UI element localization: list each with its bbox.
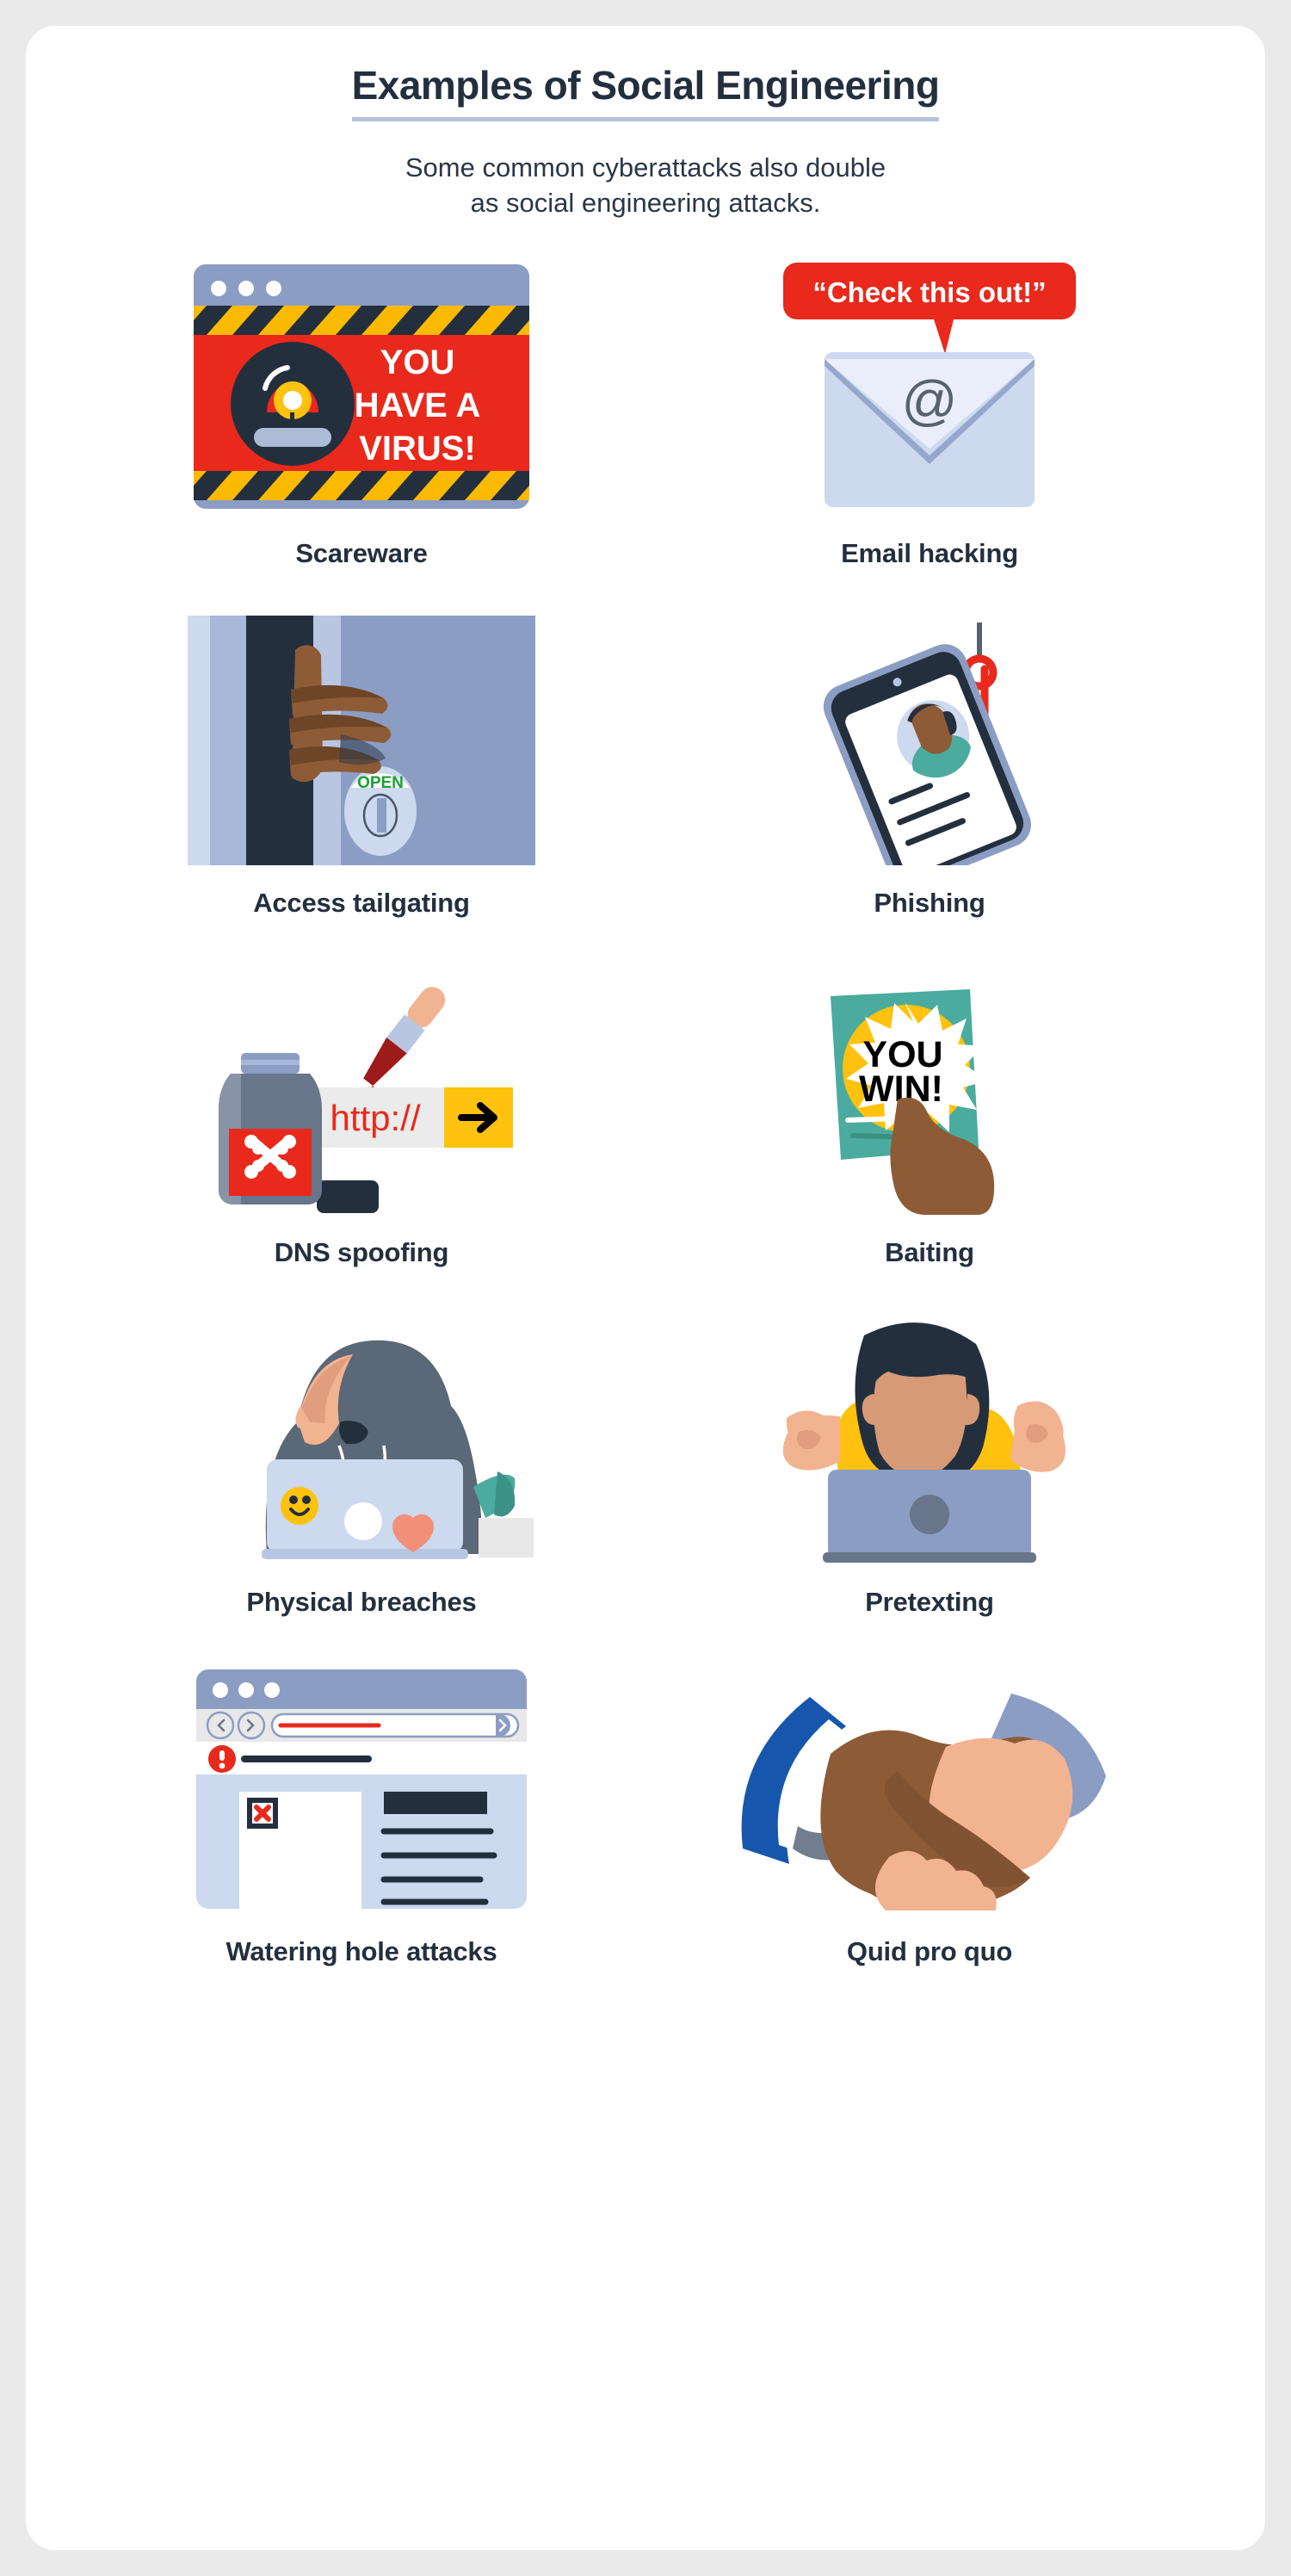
example-label: Scareware bbox=[295, 537, 428, 568]
browser-warning-broken-page-icon bbox=[77, 1656, 646, 1914]
scareware-line-1: YOU bbox=[380, 344, 455, 381]
example-physical-breaches: Physical breaches bbox=[77, 1306, 646, 1618]
example-scareware: YOU HAVE A VIRUS! Scareware bbox=[77, 257, 646, 569]
at-symbol: @ bbox=[902, 369, 958, 431]
example-label: DNS spoofing bbox=[274, 1236, 449, 1267]
header: Examples of Social Engineering Some comm… bbox=[77, 62, 1214, 221]
url-text: http:// bbox=[330, 1098, 420, 1138]
envelope-speech-bubble-icon: “Check this out!” @ bbox=[646, 257, 1214, 516]
hand-holding-flyer-icon: YOU WIN! bbox=[646, 957, 1214, 1215]
example-dns-spoofing: http:// DNS spoofing bbox=[77, 957, 646, 1268]
handshake-icon bbox=[646, 1656, 1214, 1914]
example-baiting: YOU WIN! Baiting bbox=[646, 957, 1214, 1268]
example-label: Physical breaches bbox=[246, 1586, 477, 1617]
page-title: Examples of Social Engineering bbox=[351, 62, 940, 121]
example-email-hacking: “Check this out!” @ Email hacking bbox=[646, 257, 1214, 569]
examples-grid: YOU HAVE A VIRUS! Scareware “Check this … bbox=[77, 257, 1214, 1967]
example-pretexting: Pretexting bbox=[646, 1306, 1214, 1618]
hooded-figure-laptop-icon bbox=[77, 1306, 646, 1564]
door-hand-open-icon: OPEN bbox=[77, 607, 646, 865]
speech-bubble-text: “Check this out!” bbox=[812, 276, 1046, 308]
poison-bottle-url-bar-icon: http:// bbox=[77, 957, 646, 1215]
person-laptop-cheering-icon bbox=[646, 1306, 1214, 1564]
example-label: Pretexting bbox=[865, 1586, 994, 1617]
infographic-card: Examples of Social Engineering Some comm… bbox=[26, 26, 1265, 2550]
infographic-page: Examples of Social Engineering Some comm… bbox=[0, 0, 1291, 2576]
scareware-line-3: VIRUS! bbox=[359, 430, 476, 468]
page-subtitle: Some common cyberattacks also double as … bbox=[77, 151, 1214, 221]
phone-fish-hook-icon bbox=[646, 607, 1214, 865]
example-label: Phishing bbox=[874, 887, 985, 918]
example-access-tailgating: OPEN Access tailgating bbox=[77, 607, 646, 919]
lock-status-text: OPEN bbox=[357, 774, 404, 792]
scareware-browser-alert-icon: YOU HAVE A VIRUS! bbox=[77, 257, 646, 516]
example-label: Email hacking bbox=[841, 537, 1018, 568]
subtitle-line-2: as social engineering attacks. bbox=[470, 187, 821, 218]
example-quid-pro-quo: Quid pro quo bbox=[646, 1656, 1214, 1967]
scareware-line-2: HAVE A bbox=[355, 387, 481, 424]
example-watering-hole-attacks: Watering hole attacks bbox=[77, 1656, 646, 1967]
example-label: Quid pro quo bbox=[846, 1935, 1013, 1966]
subtitle-line-1: Some common cyberattacks also double bbox=[405, 152, 886, 183]
example-label: Watering hole attacks bbox=[225, 1935, 497, 1966]
example-label: Baiting bbox=[885, 1236, 974, 1267]
example-label: Access tailgating bbox=[253, 887, 470, 918]
example-phishing: Phishing bbox=[646, 607, 1214, 919]
